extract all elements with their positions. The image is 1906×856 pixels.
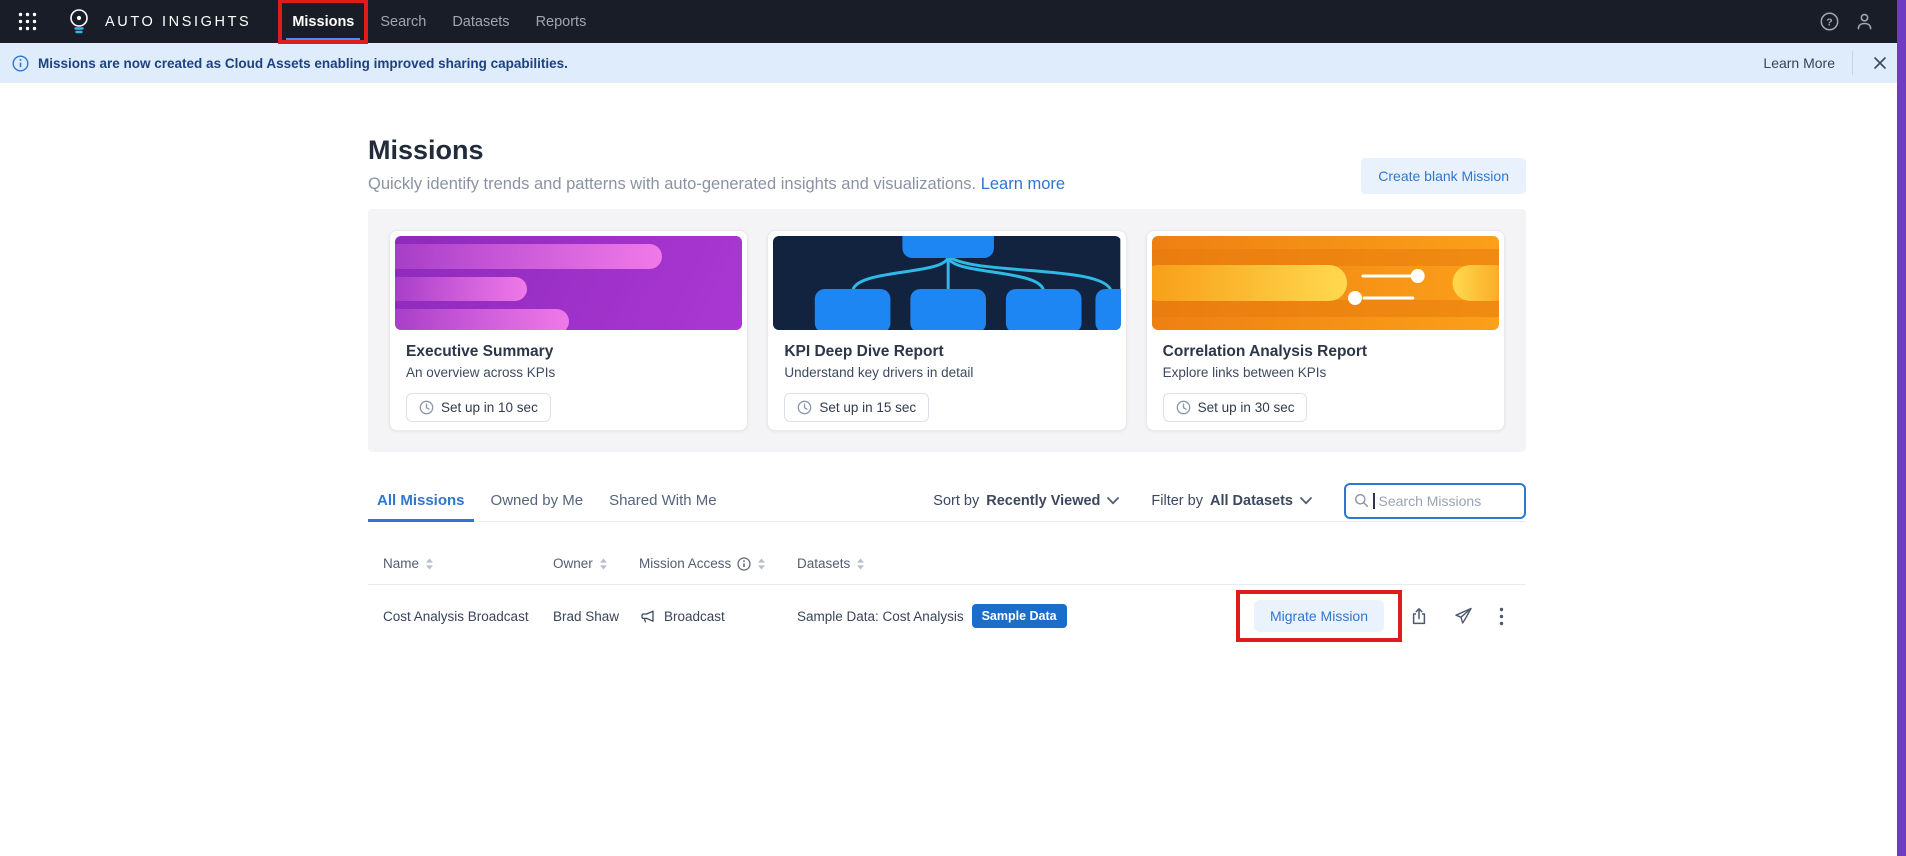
sort-arrows-icon [599,558,608,570]
template-title: Executive Summary [406,343,731,361]
svg-text:?: ? [1826,16,1832,28]
setup-time-pill: Set up in 10 sec [406,393,551,422]
template-description: An overview across KPIs [406,365,731,380]
banner-divider [1852,51,1853,75]
app-grid-icon[interactable] [14,9,40,35]
sort-arrows-icon [757,558,766,570]
sample-data-badge: Sample Data [972,604,1067,628]
tab-all-missions[interactable]: All Missions [368,480,474,521]
mission-name-cell[interactable]: Cost Analysis Broadcast [383,609,553,624]
tab-shared-with-me[interactable]: Shared With Me [600,480,726,521]
mission-access-cell: Broadcast [639,608,797,625]
clock-icon [419,400,434,415]
template-title: KPI Deep Dive Report [784,343,1109,361]
page-title: Missions [368,135,1526,166]
sort-arrows-icon [425,558,434,570]
kpi-deep-dive-thumbnail [773,236,1120,330]
sort-value: Recently Viewed [986,493,1100,509]
list-controls-row: All Missions Owned by Me Shared With Me … [368,480,1526,522]
template-card-executive-summary[interactable]: Executive Summary An overview across KPI… [389,230,748,431]
info-icon[interactable] [737,557,751,571]
search-icon [1354,493,1369,508]
learn-more-link[interactable]: Learn more [981,175,1065,193]
kebab-menu-icon[interactable] [1499,607,1504,626]
correlation-analysis-thumbnail [1152,236,1499,330]
filter-dropdown[interactable]: Filter by All Datasets [1151,493,1312,509]
create-blank-mission-button[interactable]: Create blank Mission [1361,158,1526,194]
user-icon[interactable] [1855,12,1874,31]
page-subtitle: Quickly identify trends and patterns wit… [368,175,1526,194]
main-content: Missions Quickly identify trends and pat… [368,135,1526,647]
clock-icon [797,400,812,415]
app-title: AUTO INSIGHTS [105,14,251,30]
column-header-mission-access[interactable]: Mission Access [639,556,797,571]
executive-summary-thumbnail [395,236,742,330]
filter-value: All Datasets [1210,493,1293,509]
lightbulb-logo-icon [66,7,92,37]
tab-owned-by-me[interactable]: Owned by Me [482,480,593,521]
setup-time-pill: Set up in 15 sec [784,393,929,422]
template-description: Understand key drivers in detail [784,365,1109,380]
chevron-down-icon [1107,497,1119,505]
mission-templates-panel: Executive Summary An overview across KPI… [368,209,1526,452]
template-card-kpi-deep-dive[interactable]: KPI Deep Dive Report Understand key driv… [767,230,1126,431]
mission-table-row[interactable]: Cost Analysis Broadcast Brad Shaw Broadc… [368,585,1526,647]
clock-icon [1176,400,1191,415]
template-card-correlation-analysis[interactable]: Correlation Analysis Report Explore link… [1146,230,1505,431]
column-header-owner[interactable]: Owner [553,556,639,571]
page-subtitle-text: Quickly identify trends and patterns wit… [368,175,976,193]
sort-arrows-icon [856,558,865,570]
topbar: AUTO INSIGHTS Missions Search Datasets R… [0,0,1906,43]
column-header-name[interactable]: Name [383,556,553,571]
column-header-datasets[interactable]: Datasets [797,556,1504,571]
sort-label: Sort by [933,493,979,509]
nav-item-reports[interactable]: Reports [525,0,598,43]
filter-label: Filter by [1151,493,1203,509]
nav-item-missions[interactable]: Missions [281,0,365,43]
send-icon[interactable] [1454,607,1473,625]
megaphone-icon [639,608,656,625]
migrate-mission-button[interactable]: Migrate Mission [1254,600,1384,632]
chevron-down-icon [1300,497,1312,505]
template-title: Correlation Analysis Report [1163,343,1488,361]
nav-item-search[interactable]: Search [369,0,437,43]
mission-datasets-cell: Sample Data: Cost Analysis Sample Data [797,604,1254,628]
right-edge-scrollbar[interactable] [1897,0,1906,856]
info-icon [12,55,29,72]
mission-owner-cell: Brad Shaw [553,609,639,624]
sort-dropdown[interactable]: Sort by Recently Viewed [933,493,1119,509]
notification-banner: Missions are now created as Cloud Assets… [0,43,1906,83]
template-description: Explore links between KPIs [1163,365,1488,380]
text-caret [1373,493,1375,509]
share-icon[interactable] [1410,607,1428,626]
banner-message: Missions are now created as Cloud Assets… [38,56,568,71]
missions-table-header: Name Owner Mission Access Datasets [368,543,1526,585]
mission-tabs: All Missions Owned by Me Shared With Me [368,480,734,521]
search-missions-box[interactable] [1344,483,1526,519]
setup-time-pill: Set up in 30 sec [1163,393,1308,422]
search-input[interactable] [1379,493,1517,509]
help-icon[interactable]: ? [1820,12,1839,31]
banner-learn-more-link[interactable]: Learn More [1763,55,1835,71]
banner-close-icon[interactable] [1870,53,1890,73]
top-navigation: Missions Search Datasets Reports [281,0,601,43]
nav-item-datasets[interactable]: Datasets [441,0,520,43]
